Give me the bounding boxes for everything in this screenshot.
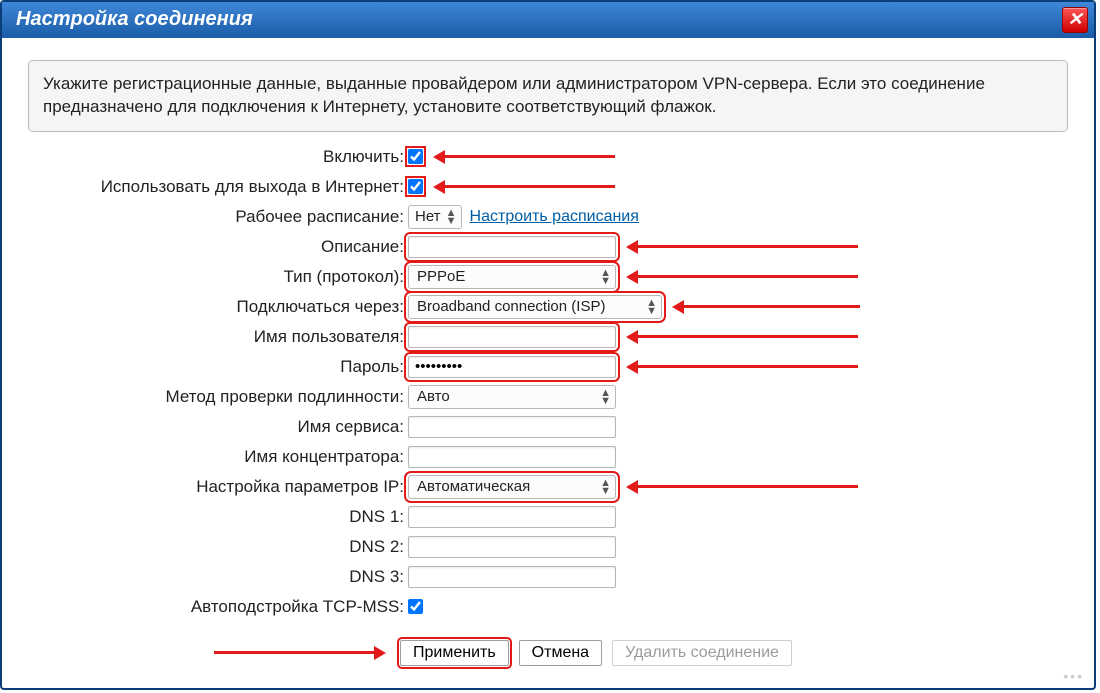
schedule-select[interactable]: Нет ▲▼ xyxy=(408,205,462,229)
dns2-input[interactable] xyxy=(408,536,616,558)
description-label: Описание: xyxy=(28,232,408,262)
delete-connection-button: Удалить соединение xyxy=(612,640,792,666)
annotation-arrow-icon xyxy=(626,240,858,254)
dns1-label: DNS 1: xyxy=(28,502,408,532)
dns3-input[interactable] xyxy=(408,566,616,588)
auth-method-select[interactable]: Авто ▲▼ xyxy=(408,385,616,409)
dns3-label: DNS 3: xyxy=(28,562,408,592)
titlebar: Настройка соединения ✕ xyxy=(2,2,1094,38)
info-banner: Укажите регистрационные данные, выданные… xyxy=(28,60,1068,132)
annotation-arrow-icon xyxy=(626,330,858,344)
annotation-arrow-icon xyxy=(214,646,386,660)
annotation-arrow-icon xyxy=(626,480,858,494)
annotation-arrow-icon xyxy=(672,300,860,314)
service-name-input[interactable] xyxy=(408,416,616,438)
auth-method-value: Авто xyxy=(417,388,450,405)
updown-icon: ▲▼ xyxy=(446,209,457,225)
button-bar: Применить Отмена Удалить соединение xyxy=(28,636,1068,670)
cancel-button[interactable]: Отмена xyxy=(519,640,602,666)
tcp-mss-checkbox[interactable] xyxy=(408,599,423,614)
concentrator-label: Имя концентратора: xyxy=(28,442,408,472)
updown-icon: ▲▼ xyxy=(646,299,657,315)
protocol-label: Тип (протокол): xyxy=(28,262,408,292)
window-body: Укажите регистрационные данные, выданные… xyxy=(2,38,1094,686)
updown-icon: ▲▼ xyxy=(600,269,611,285)
dns1-input[interactable] xyxy=(408,506,616,528)
annotation-arrow-icon xyxy=(433,180,615,194)
username-input[interactable] xyxy=(408,326,616,348)
protocol-select[interactable]: PPPoE ▲▼ xyxy=(408,265,616,289)
annotation-arrow-icon xyxy=(433,150,615,164)
username-label: Имя пользователя: xyxy=(28,322,408,352)
schedule-value: Нет xyxy=(415,208,441,225)
resize-grip-icon: ••• xyxy=(1063,668,1084,684)
connection-settings-window: Настройка соединения ✕ Укажите регистрац… xyxy=(0,0,1096,690)
connect-via-select[interactable]: Broadband connection (ISP) ▲▼ xyxy=(408,295,662,319)
updown-icon: ▲▼ xyxy=(600,479,611,495)
annotation-arrow-icon xyxy=(626,270,858,284)
password-label: Пароль: xyxy=(28,352,408,382)
description-input[interactable] xyxy=(408,236,616,258)
password-input[interactable] xyxy=(408,356,616,378)
enable-checkbox[interactable] xyxy=(408,149,423,164)
use-internet-checkbox[interactable] xyxy=(408,179,423,194)
connect-via-value: Broadband connection (ISP) xyxy=(417,298,605,315)
configure-schedules-link[interactable]: Настроить расписания xyxy=(470,208,639,226)
updown-icon: ▲▼ xyxy=(600,389,611,405)
protocol-value: PPPoE xyxy=(417,268,465,285)
use-internet-label: Использовать для выхода в Интернет: xyxy=(28,172,408,202)
settings-form: Включить: Использовать для выхода в Инте… xyxy=(28,142,1068,670)
window-title: Настройка соединения xyxy=(16,8,253,31)
auth-method-label: Метод проверки подлинности: xyxy=(28,382,408,412)
dns2-label: DNS 2: xyxy=(28,532,408,562)
close-icon[interactable]: ✕ xyxy=(1062,7,1088,33)
annotation-arrow-icon xyxy=(626,360,858,374)
concentrator-input[interactable] xyxy=(408,446,616,468)
ip-setup-value: Автоматическая xyxy=(417,478,530,495)
enable-label: Включить: xyxy=(28,142,408,172)
connect-via-label: Подключаться через: xyxy=(28,292,408,322)
apply-button[interactable]: Применить xyxy=(400,640,509,666)
ip-setup-label: Настройка параметров IP: xyxy=(28,472,408,502)
schedule-label: Рабочее расписание: xyxy=(28,202,408,232)
service-name-label: Имя сервиса: xyxy=(28,412,408,442)
ip-setup-select[interactable]: Автоматическая ▲▼ xyxy=(408,475,616,499)
tcp-mss-label: Автоподстройка TCP-MSS: xyxy=(28,592,408,622)
